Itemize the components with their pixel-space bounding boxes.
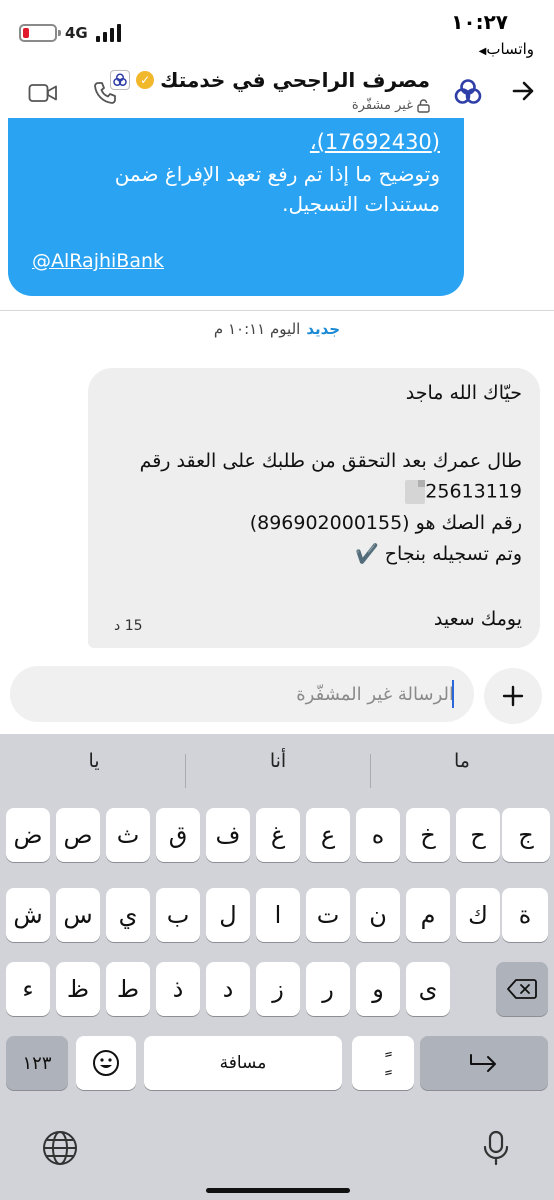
key-lam[interactable]: ل [206,888,250,942]
return-arrow-icon [470,1054,496,1072]
back-to-app-link[interactable]: ◀واتساب [475,40,534,58]
message-handle-link[interactable]: @AlRajhiBank [32,250,164,272]
suggestion-3[interactable]: يا [2,750,186,772]
message-text-line: طال عمرك بعد التحقق من طلبك على العقد رق… [139,450,522,472]
numbers-key[interactable]: ١٢٣ [6,1036,68,1090]
verified-badge-icon: ✓ [136,71,155,89]
key-ain[interactable]: ع [306,808,350,862]
key-alef-maqsura[interactable]: ى [406,962,450,1016]
message-link-ref[interactable]: (17692430)، [310,130,440,154]
key-jeem[interactable]: ج [502,808,550,862]
key-sheen[interactable]: ش [6,888,50,942]
status-time: ١٠:٢٧ [451,10,508,34]
unlocked-lock-icon [417,98,430,113]
key-khaa[interactable]: خ [406,808,450,862]
key-zay[interactable]: ز [256,962,300,1016]
key-dad[interactable]: ض [6,808,50,862]
emoji-icon [93,1050,119,1076]
key-ha[interactable]: ه [356,808,400,862]
key-meem[interactable]: م [406,888,450,942]
message-closing: يومك سعيد [433,608,522,630]
message-text-line: وتوضيح ما إذا تم رفع تعهد الإفراغ ضمن [114,162,440,186]
key-taa[interactable]: ت [306,888,350,942]
video-call-icon[interactable] [28,82,58,104]
message-bubble-incoming[interactable]: حيّاك الله ماجد طال عمرك بعد التحقق من ط… [88,368,540,648]
message-text-line: مستندات التسجيل. [282,192,440,216]
bank-logo-icon[interactable] [454,78,482,106]
tanween-key[interactable]: ًٍ [352,1036,414,1090]
chat-header: مصرف الراجحي في خدمتك ✓ غير مشفّرة [0,62,554,120]
date-label: اليوم ١٠:١١ م [213,320,301,338]
suggestion-2[interactable]: أنا [186,750,370,772]
text-caret [452,680,454,708]
signal-bar [117,24,121,42]
encryption-status-text: غير مشفّرة [351,98,413,113]
battery-icon [19,24,61,42]
chat-title-text: مصرف الراجحي في خدمتك [160,68,430,92]
battery-nub [58,30,61,36]
space-key[interactable]: مسافة [144,1036,342,1090]
signal-bar [103,32,107,42]
message-text-line: وتم تسجيله بنجاح ✔️ [355,543,522,565]
globe-icon[interactable] [40,1128,80,1168]
signal-icon [96,24,121,42]
date-separator: جديد اليوم ١٠:١١ م [0,320,554,338]
suggestion-1[interactable]: ما [370,750,554,772]
document-icon [405,480,426,504]
chat-title[interactable]: مصرف الراجحي في خدمتك ✓ [110,68,430,92]
encryption-status: غير مشفّرة [352,98,430,113]
back-arrow-icon[interactable] [510,78,536,104]
key-thah[interactable]: ظ [56,962,100,1016]
key-ghain[interactable]: غ [256,808,300,862]
message-input[interactable] [10,666,474,722]
message-text-line: رقم الصك هو (896902000155) [249,512,522,534]
key-thal[interactable]: ذ [156,962,200,1016]
return-key[interactable] [420,1036,548,1090]
key-noon[interactable]: ن [356,888,400,942]
keyboard: ما أنا يا ج ح خ ه ع غ ف ق ث ص ض ة ك م ن … [0,734,554,1200]
message-bubble-bank[interactable]: (17692430)، وتوضيح ما إذا تم رفع تعهد ال… [8,118,464,296]
key-taa-marbuta[interactable]: ة [502,888,548,942]
contract-number: 25613119 [425,480,522,503]
home-indicator [206,1188,350,1193]
suggestion-divider [370,754,371,788]
key-baa[interactable]: ب [156,888,200,942]
microphone-icon[interactable] [476,1128,516,1168]
key-seen[interactable]: س [56,888,100,942]
key-waw[interactable]: و [356,962,400,1016]
key-alef[interactable]: ا [256,888,300,942]
signal-bar [110,28,114,42]
key-thaa[interactable]: ث [106,808,150,862]
backspace-icon [507,979,537,999]
message-composer [10,666,474,722]
key-kaf[interactable]: ك [456,888,500,942]
emoji-key[interactable] [76,1036,136,1090]
key-qaf[interactable]: ق [156,808,200,862]
phone-call-icon[interactable] [92,80,118,106]
signal-bar [96,36,100,42]
message-greeting: حيّاك الله ماجد [405,382,522,404]
key-haa[interactable]: ح [456,808,500,862]
backspace-key[interactable] [496,962,548,1016]
separator-line [0,310,554,311]
network-type: 4G [65,24,88,42]
contract-line: 25613119 [395,480,522,504]
key-sad[interactable]: ص [56,808,100,862]
key-faa[interactable]: ف [206,808,250,862]
battery-fill [23,28,29,38]
key-hamza[interactable]: ء [6,962,50,1016]
key-raa[interactable]: ر [306,962,350,1016]
attach-plus-button[interactable] [484,668,542,724]
screen: ١٠:٢٧ ◀واتساب 4G مصرف الراجحي في خدمتك ✓ [0,0,554,1200]
new-label: جديد [306,320,341,338]
key-tah[interactable]: ط [106,962,150,1016]
status-bar: ١٠:٢٧ ◀واتساب 4G [0,0,554,62]
key-dal[interactable]: د [206,962,250,1016]
back-app-label: واتساب [486,40,534,58]
key-yaa[interactable]: ي [106,888,150,942]
plus-icon [502,685,524,707]
disappearing-timer: 15 د [114,618,143,634]
